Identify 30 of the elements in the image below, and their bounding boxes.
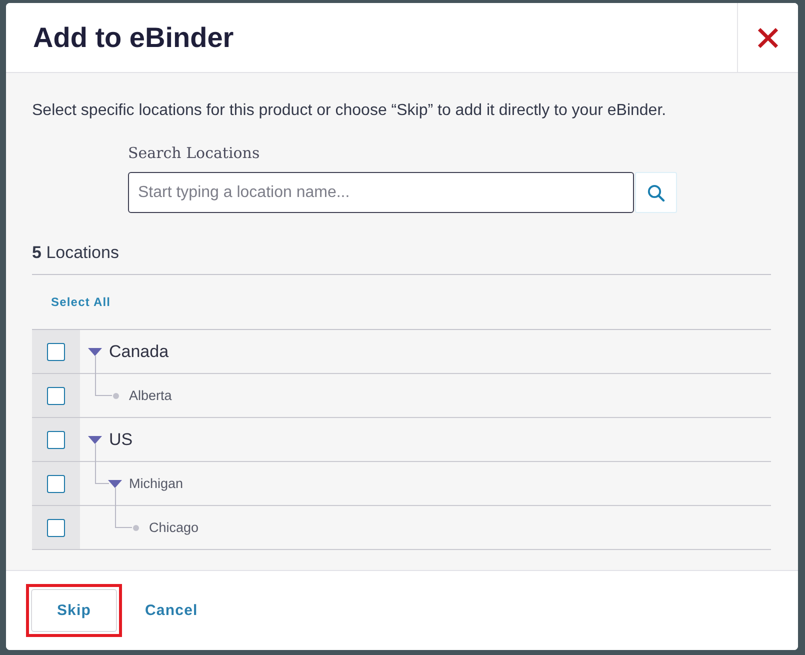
tree-connector-line xyxy=(95,444,109,484)
checkbox[interactable] xyxy=(47,430,65,448)
cancel-link[interactable]: Cancel xyxy=(145,602,198,618)
location-name[interactable]: Chicago xyxy=(149,520,199,535)
location-name[interactable]: Alberta xyxy=(129,388,172,403)
checkbox[interactable] xyxy=(47,518,65,536)
search-icon xyxy=(647,184,665,202)
checkbox[interactable] xyxy=(47,342,65,360)
triangle-down-icon[interactable] xyxy=(88,348,102,356)
checkbox[interactable] xyxy=(47,386,65,404)
tree-connector-line xyxy=(95,356,112,396)
close-button[interactable] xyxy=(737,3,798,72)
checkbox[interactable] xyxy=(47,474,65,492)
search-button[interactable] xyxy=(635,172,677,213)
dot-icon xyxy=(133,524,139,530)
close-icon xyxy=(757,26,779,48)
location-count: 5 Locations xyxy=(32,243,119,262)
triangle-down-icon[interactable] xyxy=(88,436,102,444)
skip-button[interactable]: Skip xyxy=(31,589,117,632)
search-label: Search Locations xyxy=(128,143,261,163)
tree-connector-line xyxy=(115,488,132,528)
instruction-text: Select specific locations for this product or choose “Skip” to add it directly to your eBinder. xyxy=(32,101,668,121)
dot-icon xyxy=(113,392,119,398)
location-name[interactable]: US xyxy=(109,430,133,450)
search-input[interactable]: Start typing a location name... xyxy=(128,172,634,213)
select-all-link[interactable]: Select All xyxy=(51,295,111,309)
dialog-title: Add to eBinder xyxy=(32,20,235,54)
location-name[interactable]: Canada xyxy=(109,342,169,362)
triangle-down-icon[interactable] xyxy=(108,480,122,488)
location-name[interactable]: Michigan xyxy=(129,476,184,491)
